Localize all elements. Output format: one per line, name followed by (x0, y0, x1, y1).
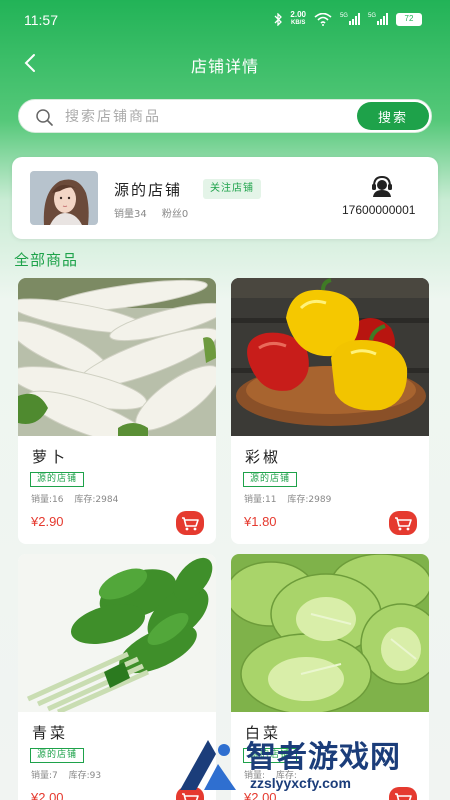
product-stock: 库存:2989 (287, 495, 332, 505)
watermark-url: zzslyyxcfy.com (250, 775, 351, 791)
product-price: ¥2.90 (31, 514, 64, 529)
watermark-logo-icon (180, 740, 236, 790)
watermark: 智者游戏网 zzslyyxcfy.com (170, 730, 450, 800)
product-name: 萝卜 (32, 448, 69, 466)
product-meta: 销量:11 库存:2989 (244, 492, 339, 505)
shop-tag: 源的店铺 (30, 748, 85, 763)
product-meta: 销量:7 库存:93 (31, 768, 109, 781)
product-name: 彩椒 (245, 448, 282, 466)
product-grid: 萝卜 源的店铺 销量:16 库存:2984 ¥2.90 彩椒 源的店铺 销量:1… (0, 0, 450, 800)
shop-tag: 源的店铺 (243, 472, 298, 487)
product-image (231, 278, 429, 436)
product-card[interactable]: 萝卜 源的店铺 销量:16 库存:2984 ¥2.90 (18, 278, 216, 544)
product-meta: 销量:16 库存:2984 (31, 492, 126, 505)
product-sales: 销量:7 (31, 771, 58, 781)
product-sales: 销量:16 (31, 495, 64, 505)
watermark-text: 智者游戏网 (246, 740, 401, 775)
product-stock: 库存:2984 (74, 495, 119, 505)
product-price: ¥2.00 (31, 790, 64, 800)
add-to-cart-button[interactable] (389, 511, 417, 535)
product-stock: 库存:93 (68, 771, 102, 781)
product-sales: 销量:11 (244, 495, 277, 505)
cart-icon (182, 517, 199, 531)
add-to-cart-button[interactable] (176, 511, 204, 535)
product-card[interactable]: 彩椒 源的店铺 销量:11 库存:2989 ¥1.80 (231, 278, 429, 544)
product-name: 青菜 (32, 724, 69, 742)
cart-icon (395, 517, 412, 531)
shop-tag: 源的店铺 (30, 472, 85, 487)
product-image (18, 278, 216, 436)
product-image (18, 554, 216, 712)
product-image (231, 554, 429, 712)
product-price: ¥1.80 (244, 514, 277, 529)
